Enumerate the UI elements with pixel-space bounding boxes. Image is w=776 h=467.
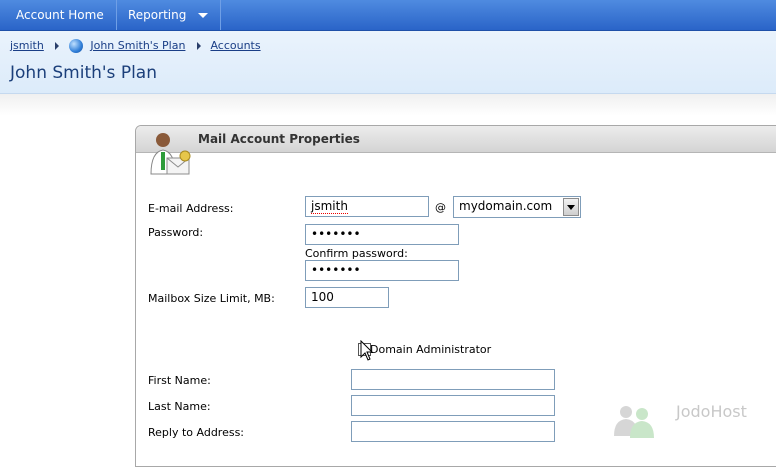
mailbox-size-label: Mailbox Size Limit, MB: — [148, 292, 275, 305]
at-sign: @ — [435, 201, 446, 214]
breadcrumb: jsmith John Smith's Plan Accounts — [10, 39, 261, 53]
nav-account-home[interactable]: Account Home — [4, 0, 117, 30]
confirm-password-label: Confirm password: — [305, 247, 408, 260]
email-value: jsmith — [311, 199, 348, 214]
breadcrumb-separator-icon — [196, 42, 201, 50]
mailbox-size-value: 100 — [311, 290, 334, 304]
password-field[interactable]: ••••••• — [305, 224, 459, 245]
email-label: E-mail Address: — [148, 202, 234, 215]
breadcrumb-link-plan[interactable]: John Smith's Plan — [90, 39, 185, 52]
first-name-field[interactable] — [351, 369, 555, 390]
page-title: John Smith's Plan — [10, 63, 157, 83]
confirm-password-value: ••••••• — [311, 263, 361, 277]
chevron-down-icon — [198, 13, 209, 18]
mailbox-size-field[interactable]: 100 — [305, 287, 389, 308]
domain-select[interactable]: mydomain.com — [453, 196, 581, 218]
domain-admin-label: Domain Administrator — [370, 343, 492, 356]
domain-value: mydomain.com — [459, 199, 553, 213]
users-logo-icon — [614, 406, 654, 438]
password-label: Password: — [148, 226, 204, 239]
dropdown-arrow-icon[interactable] — [563, 198, 579, 216]
nav-reporting[interactable]: Reporting — [116, 0, 222, 30]
last-name-label: Last Name: — [148, 400, 211, 413]
header-shadow — [0, 94, 776, 116]
password-value: ••••••• — [311, 227, 361, 241]
breadcrumb-separator-icon — [55, 42, 60, 50]
mouse-cursor-icon — [360, 340, 374, 361]
breadcrumb-link-user[interactable]: jsmith — [10, 39, 44, 52]
first-name-label: First Name: — [148, 374, 211, 387]
globe-icon — [68, 39, 83, 53]
reply-address-label: Reply to Address: — [148, 426, 245, 439]
user-mail-icon — [150, 133, 191, 175]
last-name-field[interactable] — [351, 395, 555, 416]
breadcrumb-link-accounts[interactable]: Accounts — [210, 39, 260, 52]
confirm-password-field[interactable]: ••••••• — [305, 260, 459, 281]
watermark-text: JodoHost — [676, 402, 747, 421]
panel-title: Mail Account Properties — [198, 132, 360, 146]
nav-reporting-label: Reporting — [128, 8, 187, 22]
reply-address-field[interactable] — [351, 421, 555, 442]
panel-header: Mail Account Properties — [136, 126, 776, 153]
top-nav: Account Home Reporting — [0, 0, 776, 31]
page-header: jsmith John Smith's Plan Accounts John S… — [0, 31, 776, 94]
email-field[interactable]: jsmith — [305, 196, 429, 217]
